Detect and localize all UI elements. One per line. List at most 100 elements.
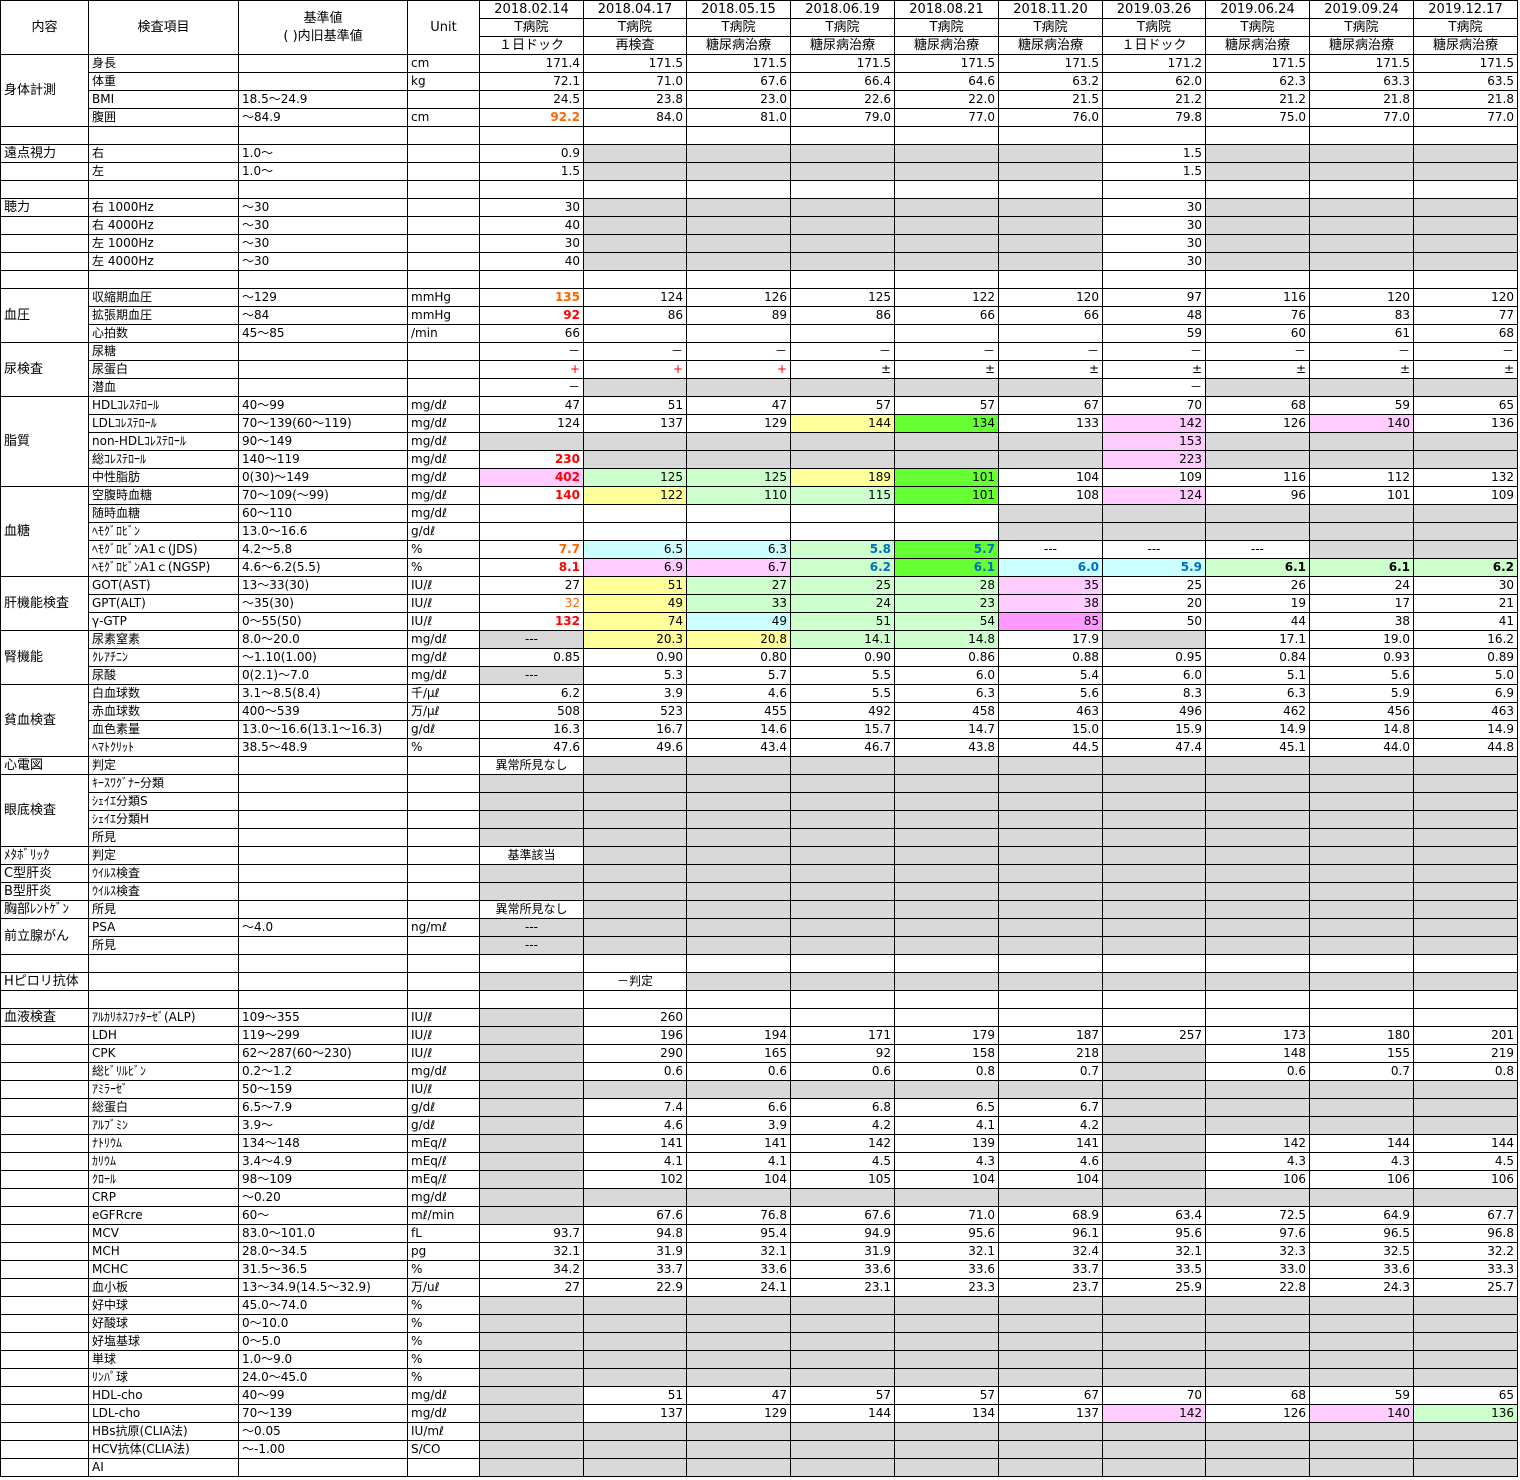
unit xyxy=(407,774,480,793)
value-cell xyxy=(1413,1008,1518,1027)
value-cell: 179 xyxy=(894,1026,999,1045)
value-cell: 523 xyxy=(583,702,687,721)
value-cell xyxy=(998,504,1103,523)
value-cell: 106 xyxy=(1309,1170,1414,1189)
value-cell: 25 xyxy=(790,576,895,595)
value-cell xyxy=(998,954,1103,973)
value-cell: 132 xyxy=(479,612,584,631)
unit xyxy=(407,198,480,217)
value-cell: 6.2 xyxy=(1413,558,1518,577)
table-row: 腹囲 ～84.9 cm 92.2 84.0 81.0 79.0 77.0 76.0 79.8 75.… xyxy=(1,108,1518,127)
header-hospital: T病院 xyxy=(1102,18,1206,37)
item-name: LDL-cho xyxy=(88,1404,239,1423)
table-row: 聴力右 1000Hz ～30 30 30 xyxy=(0,198,1518,217)
value-cell xyxy=(1102,990,1206,1009)
category-label: 遠点視力 xyxy=(0,144,89,163)
reference-range: 109～355 xyxy=(238,1008,408,1027)
value-cell: ± xyxy=(790,360,895,379)
value-cell: 104 xyxy=(894,1170,999,1189)
reference-range: 98～109 xyxy=(238,1170,408,1189)
value-cell: 21.8 xyxy=(1413,90,1518,109)
value-cell xyxy=(1413,990,1518,1009)
value-cell: 101 xyxy=(894,486,999,505)
item-name: 好中球 xyxy=(88,1296,239,1315)
value-cell xyxy=(1205,1098,1310,1117)
table-row: 貧血検査 白血球数 3.1～8.5(8.4) 千/μℓ 6.2 3.9 4.6 5.5 6.3 5… xyxy=(0,684,1518,757)
item-name: 収縮期血圧 xyxy=(88,288,239,307)
value-cell xyxy=(1205,846,1310,865)
unit: mEq/ℓ xyxy=(407,1134,480,1153)
value-cell: 102 xyxy=(583,1170,687,1189)
value-cell: ± xyxy=(998,360,1103,379)
value-cell xyxy=(1413,1440,1518,1459)
table-row: CRP ～0.20 mg/dℓ xyxy=(0,1188,1518,1207)
value-cell: 6.8 xyxy=(790,1098,895,1117)
item-name: 総ﾋﾞﾘﾙﾋﾞﾝ xyxy=(88,1062,239,1081)
value-cell: 32 xyxy=(479,594,584,613)
reference-range: 0.2～1.2 xyxy=(238,1062,408,1081)
value-cell: 85 xyxy=(998,612,1103,631)
value-cell: 0.6 xyxy=(790,1062,895,1081)
value-cell xyxy=(583,432,687,451)
value-cell: 1.5 xyxy=(1102,144,1206,163)
value-cell: 57 xyxy=(894,396,999,415)
value-cell xyxy=(1205,252,1310,271)
item-name xyxy=(88,126,239,145)
value-cell: 171 xyxy=(790,1026,895,1045)
unit: mg/dℓ xyxy=(407,414,480,433)
value-cell xyxy=(479,990,584,1009)
value-cell: 458 xyxy=(894,702,999,721)
value-cell: 86 xyxy=(583,306,687,325)
reference-range xyxy=(238,864,408,883)
reference-range xyxy=(238,360,408,379)
value-cell xyxy=(686,504,791,523)
value-cell xyxy=(998,216,1103,235)
value-cell: 4.1 xyxy=(686,1152,791,1171)
value-cell xyxy=(1309,126,1414,145)
unit: % xyxy=(407,558,480,577)
value-cell xyxy=(790,990,895,1009)
value-cell: 173 xyxy=(1205,1026,1310,1045)
value-cell: 47 xyxy=(479,396,584,415)
item-name: ｷｰｽﾜｸﾞﾅｰ分類 xyxy=(88,774,239,793)
table-row: HBs抗原(CLIA法) ～0.05 IU/mℓ xyxy=(0,1422,1518,1441)
unit xyxy=(407,180,480,199)
reference-range: 119～299 xyxy=(238,1026,408,1045)
value-cell: 72.1 xyxy=(479,72,584,91)
value-cell xyxy=(1413,954,1518,973)
value-cell: 30 xyxy=(479,198,584,217)
reference-range: 18.5～24.9 xyxy=(238,90,408,109)
value-cell: 6.7 xyxy=(998,1098,1103,1117)
unit: mEq/ℓ xyxy=(407,1152,480,1171)
value-cell: 6.0 xyxy=(1102,666,1206,685)
value-cell xyxy=(894,792,999,811)
table-row xyxy=(0,126,1518,145)
item-name: ｱﾙﾌﾞﾐﾝ xyxy=(88,1116,239,1135)
value-cell xyxy=(1413,864,1518,883)
value-cell xyxy=(479,1386,584,1405)
item-name: HBs抗原(CLIA法) xyxy=(88,1422,239,1441)
value-cell xyxy=(1309,270,1414,289)
value-cell xyxy=(686,162,791,181)
value-cell: 48 xyxy=(1102,306,1206,325)
value-cell xyxy=(583,810,687,829)
value-cell xyxy=(686,1188,791,1207)
value-cell xyxy=(1205,522,1310,541)
value-cell: 77 xyxy=(1413,306,1518,325)
reference-range: 70～139(60～119) xyxy=(238,414,408,433)
value-cell xyxy=(790,954,895,973)
value-cell xyxy=(1413,882,1518,901)
unit xyxy=(407,882,480,901)
value-cell: 92.2 xyxy=(479,108,584,127)
value-cell: 508 xyxy=(479,702,584,721)
unit: mmHg xyxy=(407,306,480,325)
value-cell: 57 xyxy=(790,1386,895,1405)
value-cell xyxy=(1309,1368,1414,1387)
value-cell: 0.80 xyxy=(686,648,791,667)
table-row: eGFRcre 60～ mℓ/min 67.6 76.8 67.6 71.0 68.9 63.4… xyxy=(0,1206,1518,1225)
header-purpose: 糖尿病治療 xyxy=(686,36,791,55)
value-cell: 124 xyxy=(479,414,584,433)
value-cell xyxy=(1309,144,1414,163)
value-cell xyxy=(1413,1332,1518,1351)
unit: % xyxy=(407,1314,480,1333)
